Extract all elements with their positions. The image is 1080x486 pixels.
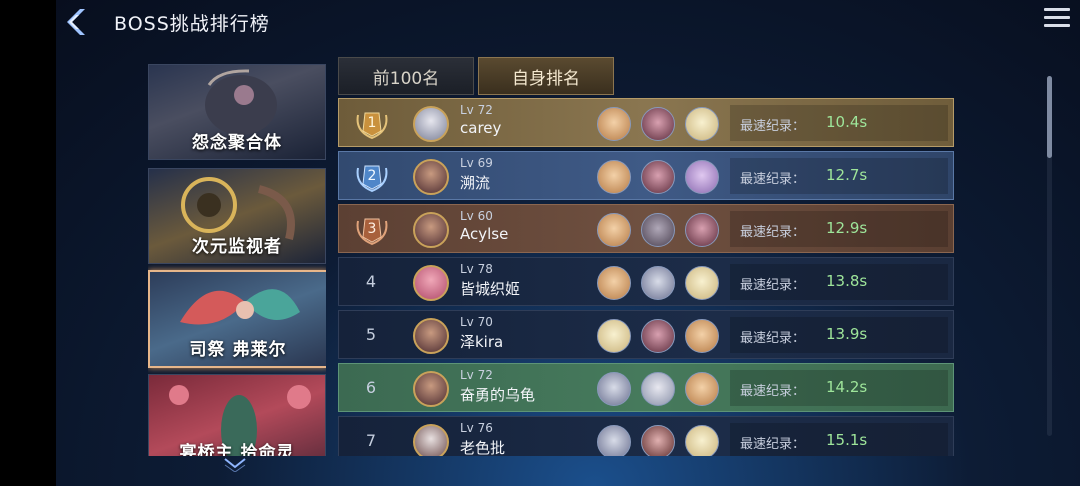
player-level: Lv 72: [460, 368, 493, 382]
record-time: 13.8s: [826, 272, 868, 290]
player-level: Lv 76: [460, 421, 493, 435]
team-member-avatar: [685, 107, 719, 141]
record-label: 最速纪录：: [740, 384, 806, 399]
tab-self-rank[interactable]: 自身排名: [478, 57, 614, 95]
ranking-row[interactable]: 1 Lv 72 carey 最速纪录： 10.4s: [338, 98, 954, 147]
boss-card[interactable]: 怨念聚合体: [148, 64, 326, 160]
record-time: 15.1s: [826, 431, 868, 449]
boss-card[interactable]: 次元监视者: [148, 168, 326, 264]
boss-card-selected[interactable]: 司祭 弗莱尔: [148, 270, 326, 368]
record-label: 最速纪录：: [740, 437, 806, 452]
boss-list[interactable]: 怨念聚合体 次元监视者 司祭 弗莱尔 宴桥主 拾命灵: [148, 64, 326, 456]
record-time: 13.9s: [826, 325, 868, 343]
team-member-avatar: [597, 213, 631, 247]
record-time: 12.7s: [826, 166, 868, 184]
team-member-avatar: [641, 372, 675, 406]
player-name: carey: [460, 119, 502, 137]
rank-number: 3: [367, 221, 377, 237]
back-arrow-icon[interactable]: [60, 6, 92, 38]
ranking-tabs: 前100名 自身排名: [338, 57, 618, 95]
team-member-avatar: [685, 213, 719, 247]
team-member-avatar: [685, 266, 719, 300]
top-bar: BOSS挑战排行榜: [56, 0, 1080, 44]
record-time: 10.4s: [826, 113, 868, 131]
tab-top100[interactable]: 前100名: [338, 57, 474, 95]
chevron-down-icon[interactable]: [222, 456, 248, 473]
rank-number: 1: [367, 115, 377, 131]
team-member-avatar: [597, 266, 631, 300]
player-name: 溯流: [460, 174, 491, 192]
team-member-avatar: [685, 425, 719, 456]
record-label: 最速纪录：: [740, 278, 806, 293]
team-member-avatar: [685, 372, 719, 406]
boss-card[interactable]: 宴桥主 拾命灵: [148, 374, 326, 456]
team-member-avatar: [597, 372, 631, 406]
ranking-row-self[interactable]: 6 Lv 72 奋勇的乌龟 最速纪录： 14.2s: [338, 363, 954, 412]
rank-bronze-badge-icon: 3: [353, 213, 391, 247]
record-time: 12.9s: [826, 219, 868, 237]
rank-number: 6: [365, 378, 377, 397]
player-avatar[interactable]: [413, 371, 449, 407]
ranking-row[interactable]: 4 Lv 78 皆城织姬 最速纪录： 13.8s: [338, 257, 954, 306]
rank-number: 7: [365, 431, 377, 450]
team-member-avatar: [641, 266, 675, 300]
team-member-avatar: [597, 160, 631, 194]
record-label: 最速纪录：: [740, 225, 806, 240]
team-member-avatar: [597, 425, 631, 456]
player-avatar[interactable]: [413, 106, 449, 142]
ranking-row[interactable]: 2 Lv 69 溯流 最速纪录： 12.7s: [338, 151, 954, 200]
record-time: 14.2s: [826, 378, 868, 396]
team-member-avatar: [641, 160, 675, 194]
record-label: 最速纪录：: [740, 119, 806, 134]
player-name: 老色批: [460, 439, 506, 456]
boss-name: 宴桥主 拾命灵: [179, 443, 295, 456]
rank-gold-badge-icon: 1: [353, 107, 391, 141]
team-member-avatar: [641, 107, 675, 141]
rank-number: 2: [367, 168, 377, 184]
boss-name: 司祭 弗莱尔: [189, 340, 287, 360]
team-member-avatar: [597, 319, 631, 353]
team-member-avatar: [685, 160, 719, 194]
player-name: 奋勇的乌龟: [460, 386, 536, 404]
menu-icon[interactable]: [1044, 8, 1070, 30]
ranking-row[interactable]: 5 Lv 70 泽kira 最速纪录： 13.9s: [338, 310, 954, 359]
ranking-row[interactable]: 7 Lv 76 老色批 最速纪录： 15.1s: [338, 416, 954, 456]
rank-number: 5: [365, 325, 377, 344]
team-member-avatar: [685, 319, 719, 353]
record-label: 最速纪录：: [740, 331, 806, 346]
player-avatar[interactable]: [413, 159, 449, 195]
player-avatar[interactable]: [413, 212, 449, 248]
screen-edge: [0, 0, 56, 486]
team-member-avatar: [597, 107, 631, 141]
ranking-list[interactable]: 1 Lv 72 carey 最速纪录： 10.4s 2 Lv 69 溯流 最速纪…: [338, 98, 954, 456]
record-label: 最速纪录：: [740, 172, 806, 187]
player-name: 皆城织姬: [460, 280, 521, 298]
player-level: Lv 70: [460, 315, 493, 329]
player-level: Lv 69: [460, 156, 493, 170]
team-member-avatar: [641, 213, 675, 247]
ranking-row[interactable]: 3 Lv 60 Acylse 最速纪录： 12.9s: [338, 204, 954, 253]
player-name: 泽kira: [460, 333, 504, 351]
player-level: Lv 60: [460, 209, 493, 223]
player-avatar[interactable]: [413, 318, 449, 354]
player-avatar[interactable]: [413, 424, 449, 456]
team-member-avatar: [641, 319, 675, 353]
team-member-avatar: [641, 425, 675, 456]
rank-silver-badge-icon: 2: [353, 160, 391, 194]
rank-number: 4: [365, 272, 377, 291]
boss-name: 怨念聚合体: [192, 133, 282, 153]
page-title: BOSS挑战排行榜: [114, 13, 270, 35]
boss-name: 次元监视者: [192, 237, 282, 257]
player-avatar[interactable]: [413, 265, 449, 301]
player-name: Acylse: [460, 225, 509, 243]
player-level: Lv 72: [460, 103, 493, 117]
scrollbar-thumb[interactable]: [1047, 76, 1052, 158]
player-level: Lv 78: [460, 262, 493, 276]
